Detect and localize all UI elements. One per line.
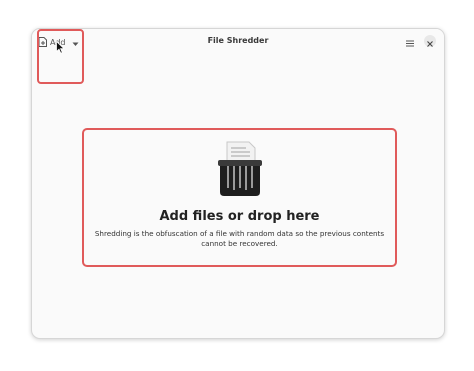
window-title: File Shredder (207, 36, 269, 45)
hamburger-menu-icon (406, 32, 414, 51)
drop-zone-highlight (82, 128, 397, 267)
header-bar: Add File Shredder (32, 29, 444, 54)
close-button[interactable] (424, 35, 436, 47)
close-icon (427, 32, 433, 51)
main-menu-button[interactable] (404, 35, 416, 47)
mouse-pointer-icon (56, 39, 66, 58)
